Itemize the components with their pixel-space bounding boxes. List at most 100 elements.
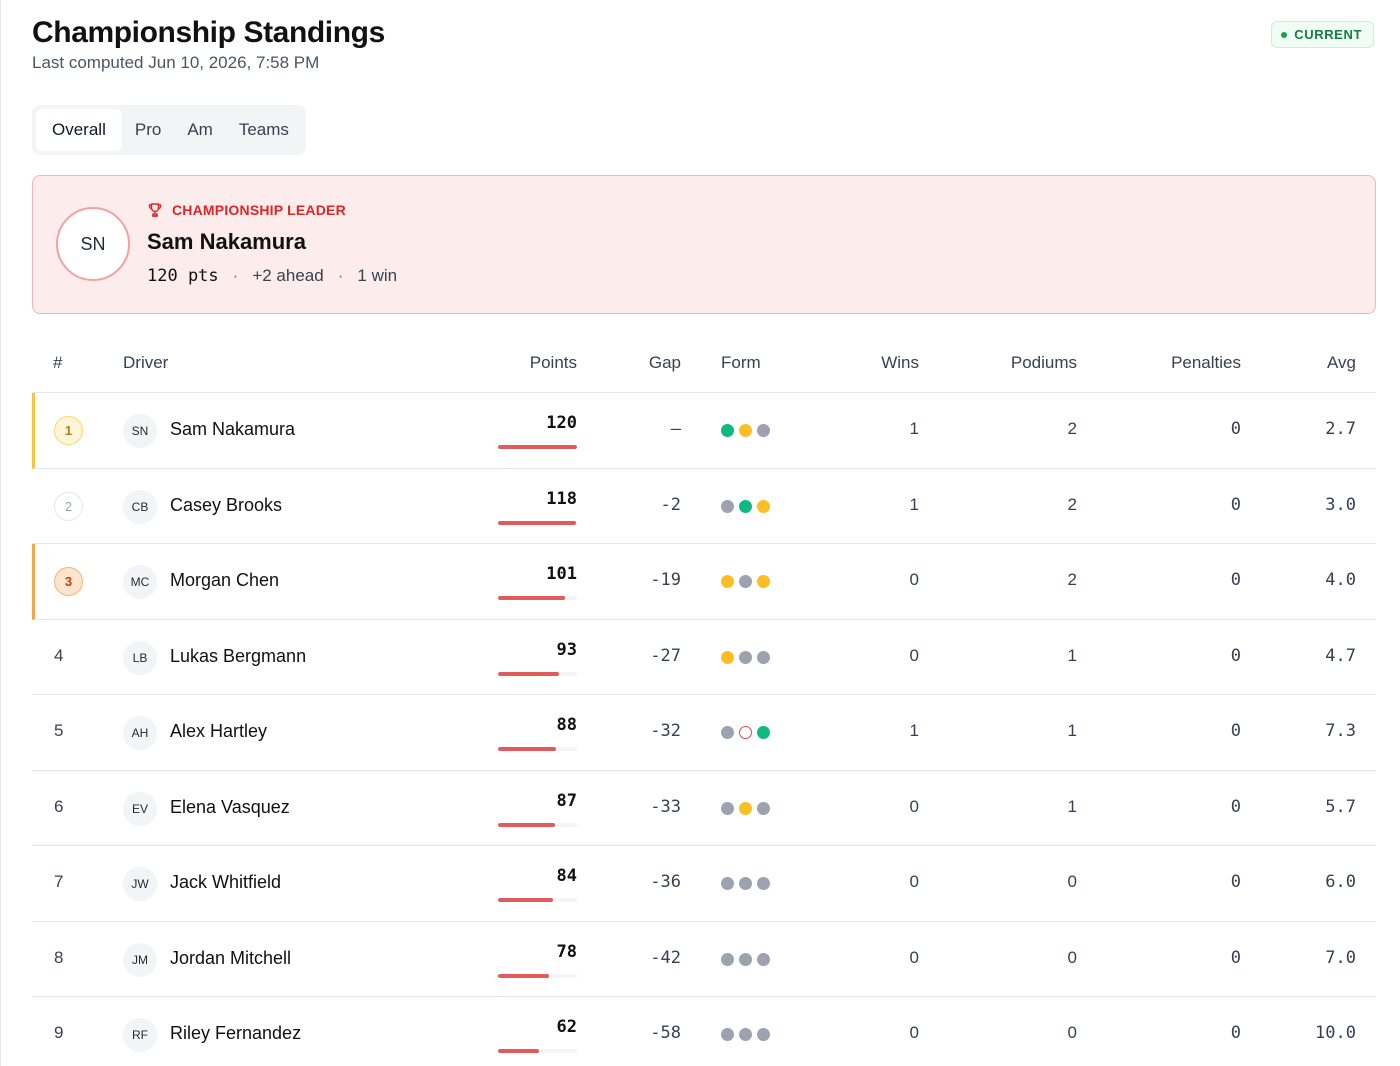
form-indicator xyxy=(721,726,770,739)
driver-name[interactable]: Elena Vasquez xyxy=(170,797,290,818)
form-podium-dot xyxy=(757,575,770,588)
form-finish-dot xyxy=(721,726,734,739)
driver-avatar: AH xyxy=(123,716,157,750)
points-bar xyxy=(498,822,577,827)
form-finish-dot xyxy=(739,952,752,966)
header-position[interactable]: # xyxy=(53,353,62,373)
table-row[interactable]: 4 LB Lukas Bergmann 93 -27 0 1 0 4.7 xyxy=(32,620,1376,695)
penalties-value: 0 xyxy=(1230,419,1241,439)
driver-avatar: CB xyxy=(123,489,157,524)
form-finish-dot xyxy=(721,801,734,815)
header-driver[interactable]: Driver xyxy=(123,353,168,373)
points-bar xyxy=(498,898,577,902)
podiums-value: 2 xyxy=(1067,494,1077,514)
wins-value: 0 xyxy=(909,645,919,665)
form-indicator xyxy=(721,1028,770,1041)
driver-name[interactable]: Jordan Mitchell xyxy=(170,948,291,969)
form-win-dot xyxy=(739,499,752,513)
gap-value: -36 xyxy=(650,872,681,892)
podiums-value: 0 xyxy=(1067,872,1077,891)
avg-value: 10.0 xyxy=(1315,1023,1356,1043)
form-finish-dot xyxy=(757,424,770,437)
position-number: 9 xyxy=(54,1023,64,1042)
table-row[interactable]: 3 MC Morgan Chen 101 -19 0 2 0 4.0 xyxy=(32,544,1376,620)
table-row[interactable]: 9 RF Riley Fernandez 62 -58 0 0 0 10.0 xyxy=(32,997,1376,1066)
penalties-value: 0 xyxy=(1230,1023,1241,1043)
podiums-value: 1 xyxy=(1067,721,1077,740)
podiums-value: 0 xyxy=(1067,947,1077,967)
form-finish-dot xyxy=(739,575,752,588)
driver-name[interactable]: Lukas Bergmann xyxy=(170,646,306,667)
avg-value: 6.0 xyxy=(1325,872,1356,892)
table-row[interactable]: 1 SN Sam Nakamura 120—1 2 0 2.7 xyxy=(32,393,1376,469)
podiums-value: 2 xyxy=(1067,570,1077,589)
driver-name[interactable]: Morgan Chen xyxy=(170,570,279,591)
driver-name[interactable]: Riley Fernandez xyxy=(170,1023,301,1044)
points-cell: 93 xyxy=(498,640,577,676)
points-bar xyxy=(498,747,577,751)
gap-value: -19 xyxy=(650,570,681,590)
driver-name[interactable]: Sam Nakamura xyxy=(170,419,295,440)
form-indicator xyxy=(721,801,770,815)
gap-value: -32 xyxy=(650,721,681,741)
points-cell: 88 xyxy=(498,715,577,751)
table-row[interactable]: 7 JW Jack Whitfield 84 -36 0 0 0 6.0 xyxy=(32,846,1376,922)
points-bar-fill xyxy=(498,1049,539,1053)
points-cell: 120 xyxy=(498,413,577,449)
form-finish-dot xyxy=(721,499,734,513)
position-number: 4 xyxy=(54,645,64,665)
avg-value: 7.0 xyxy=(1325,947,1356,968)
avg-value: 7.3 xyxy=(1325,721,1356,741)
leader-ahead: +2 ahead xyxy=(252,266,324,285)
avg-value: 5.7 xyxy=(1325,796,1356,817)
points-cell: 118 xyxy=(498,489,577,525)
points-bar-fill xyxy=(498,747,556,751)
wins-value: 0 xyxy=(909,796,919,816)
status-badge: CURRENT xyxy=(1271,21,1374,48)
meta-separator: · xyxy=(232,266,239,285)
driver-name[interactable]: Casey Brooks xyxy=(170,495,282,516)
gap-value: -2 xyxy=(660,494,681,515)
header-points[interactable]: Points xyxy=(530,353,577,373)
tab-teams[interactable]: Teams xyxy=(226,109,302,151)
table-body: 1 SN Sam Nakamura 120—1 2 0 2.7 2 CB Casey Brooks… xyxy=(32,393,1376,1066)
wins-value: 1 xyxy=(909,721,919,740)
form-indicator xyxy=(721,877,770,890)
points-cell: 62 xyxy=(498,1017,577,1053)
tab-am[interactable]: Am xyxy=(174,109,226,151)
table-row[interactable]: 2 CB Casey Brooks 118 -2 1 2 0 3.0 xyxy=(32,469,1376,544)
points-value: 120 xyxy=(546,413,577,433)
points-bar xyxy=(498,445,577,449)
points-value: 93 xyxy=(556,639,577,660)
form-indicator xyxy=(721,499,770,513)
penalties-value: 0 xyxy=(1230,570,1241,590)
header-wins[interactable]: Wins xyxy=(881,353,919,373)
header-form[interactable]: Form xyxy=(721,353,761,373)
avg-value: 2.7 xyxy=(1325,419,1356,439)
table-row[interactable]: 8 JM Jordan Mitchell 78 -42 0 0 0 7.0 xyxy=(32,922,1376,997)
position-badge: 1 xyxy=(54,416,83,445)
penalties-value: 0 xyxy=(1230,645,1241,666)
header-penalties[interactable]: Penalties xyxy=(1171,353,1241,373)
tab-overall[interactable]: Overall xyxy=(36,109,122,151)
championship-leader-card: SN CHAMPIONSHIP LEADER Sam Nakamura 120 … xyxy=(32,175,1376,314)
position-badge: 2 xyxy=(54,491,83,521)
header-podiums[interactable]: Podiums xyxy=(1011,353,1077,373)
driver-avatar: JW xyxy=(123,867,157,901)
table-row[interactable]: 5 AH Alex Hartley 88 -32 1 1 0 7.3 xyxy=(32,695,1376,771)
gap-value: -42 xyxy=(650,947,681,968)
table-row[interactable]: 6 EV Elena Vasquez 87 -33 0 1 0 5.7 xyxy=(32,771,1376,846)
header-gap[interactable]: Gap xyxy=(649,353,681,373)
points-bar xyxy=(498,520,577,525)
form-finish-dot xyxy=(757,1028,770,1041)
points-value: 101 xyxy=(546,564,577,584)
form-podium-dot xyxy=(757,499,770,513)
driver-name[interactable]: Jack Whitfield xyxy=(170,872,281,893)
points-value: 87 xyxy=(556,790,577,811)
meta-separator: · xyxy=(337,266,344,285)
driver-name[interactable]: Alex Hartley xyxy=(170,721,267,742)
tab-pro[interactable]: Pro xyxy=(122,109,174,151)
form-finish-dot xyxy=(757,801,770,815)
header-avg[interactable]: Avg xyxy=(1327,353,1356,373)
points-value: 88 xyxy=(556,715,577,735)
